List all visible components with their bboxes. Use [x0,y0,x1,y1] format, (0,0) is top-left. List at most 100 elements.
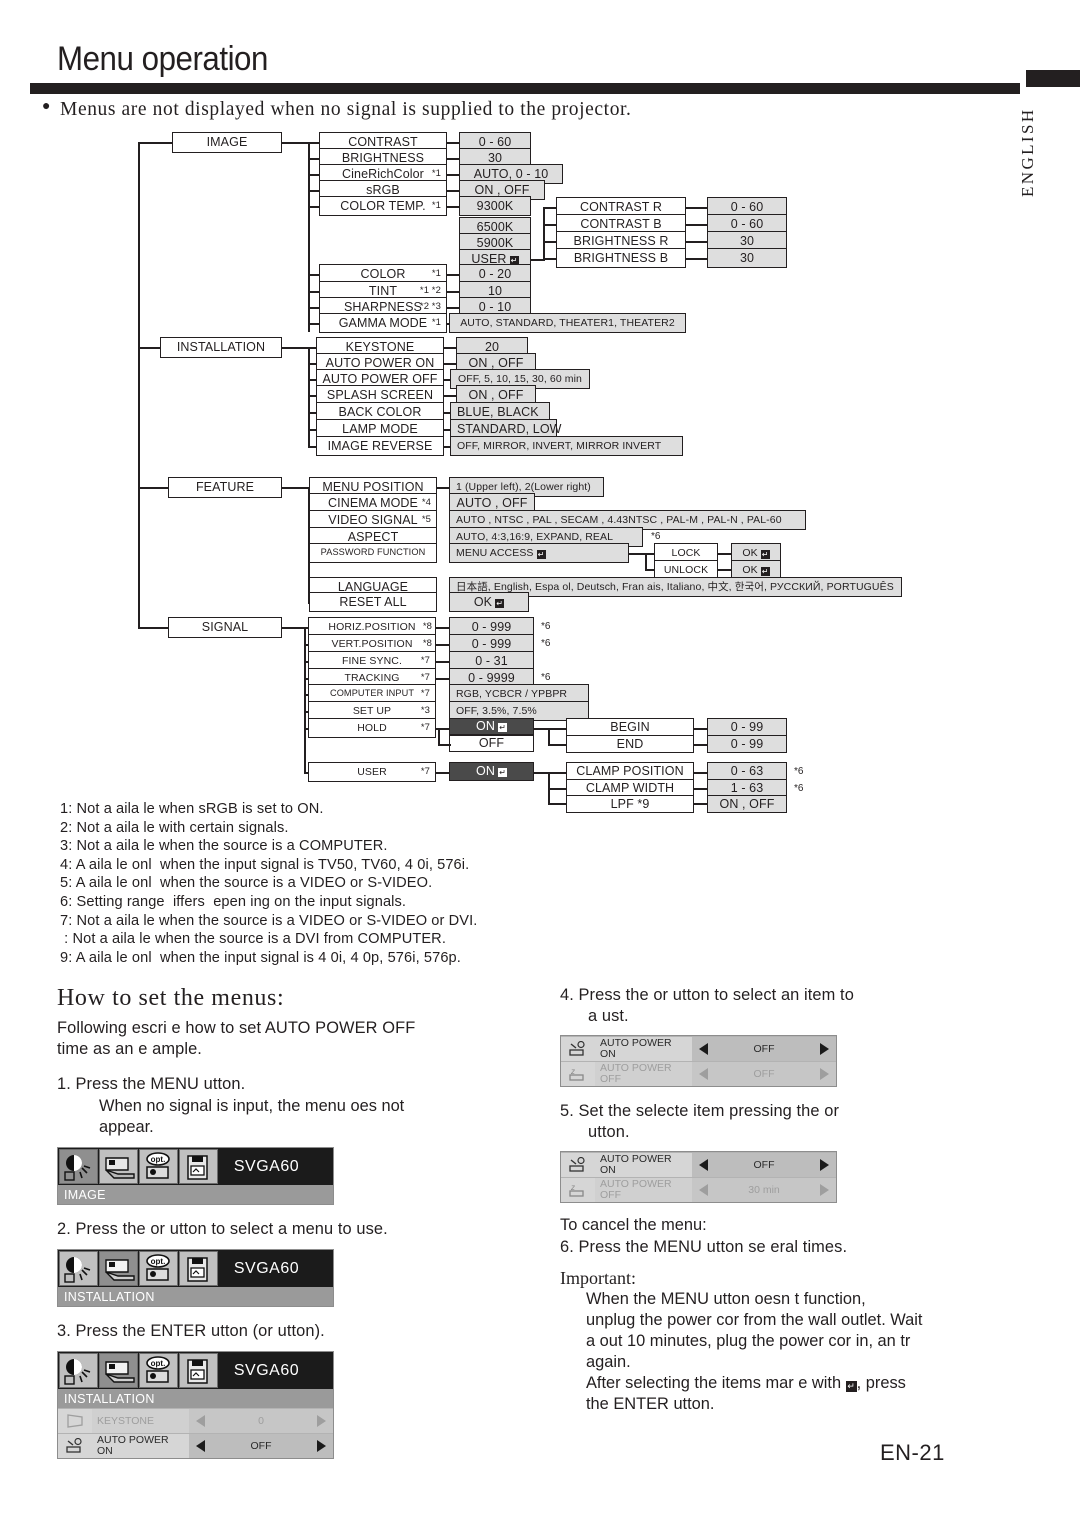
arrow-right-icon[interactable] [820,1043,829,1055]
tree-value-brightness-b: 30 [707,248,787,268]
osd-menu-bar: opt. SVGA60 [58,1352,333,1389]
tree-value-gamma-mode: AUTO, STANDARD, THEATER1, THEATER2 [449,313,686,333]
osd-value-control[interactable]: OFF [692,1062,836,1086]
footnote-ref: *2 *3 [419,301,441,312]
arrow-left-icon[interactable] [196,1440,205,1452]
tree-item-reset-all: RESET ALL [309,592,437,612]
tree-item-end: END [566,735,694,753]
footnote-ref: *7 [420,672,430,683]
installation-icon[interactable] [99,1353,138,1388]
manual-page: Menu operation ● Menus are not displayed … [0,0,1080,1528]
osd-label: AUTO POWER OFF [595,1062,692,1086]
step-2: 2. Press the or utton to select a menu t… [57,1220,388,1238]
osd-value-control[interactable]: 0 [189,1409,333,1433]
feature-opt-icon[interactable]: opt. [139,1149,178,1184]
arrow-left-icon[interactable] [699,1184,708,1196]
enter-key-note: After selecting the items mar e with , p… [560,1373,1030,1415]
osd-row-auto-power-on[interactable]: AUTO POWER ON OFF [58,1433,333,1458]
tree-value-end: 0 - 99 [707,735,787,753]
footnote-ref: *7 [420,655,430,666]
arrow-left-icon[interactable] [699,1159,708,1171]
image-icon[interactable] [59,1353,98,1388]
osd-value: OFF [753,1159,775,1171]
image-icon[interactable] [59,1149,98,1184]
footnote-ref: *5 [421,514,431,525]
feature-opt-icon[interactable]: opt. [139,1251,178,1286]
tree-item-image-reverse: IMAGE REVERSE [316,436,444,456]
footnote-ref: *7 [420,766,430,777]
osd-label: AUTO POWER OFF [595,1178,692,1202]
tree-item-begin: BEGIN [566,718,694,736]
tree-value-hold-on: ON [449,718,534,735]
osd-label: AUTO POWER ON [595,1037,692,1061]
enter-key-icon [497,723,507,732]
osd-signal-label: SVGA60 [233,1157,300,1175]
footnote-list: 1: Not a aila le when sRGB is set to ON.… [60,800,620,967]
osd-value-control[interactable]: OFF [692,1037,836,1061]
enter-key-icon [845,1381,857,1392]
how-to-column-left: How to set the menus: Following escri e … [57,985,537,1459]
cancel-menu-title: To cancel the menu: [560,1216,707,1234]
tree-value-user-on: ON [449,762,534,781]
step-1: 1. Press the MENU utton. [57,1075,246,1093]
arrow-left-icon[interactable] [699,1043,708,1055]
footnote-ref: *3 [420,705,430,716]
arrow-right-icon[interactable] [820,1159,829,1171]
svg-text:opt.: opt. [151,1359,166,1368]
osd-value-control[interactable]: OFF [189,1434,333,1458]
osd-row-auto-power-off[interactable]: z AUTO POWER OFF OFF [561,1061,836,1086]
step-3: 3. Press the ENTER utton (or utton). [57,1322,325,1340]
osd-screenshot-3: opt. SVGA60 INSTALLATION KEYSTONE 0 AUTO… [57,1351,334,1459]
arrow-left-icon[interactable] [196,1415,205,1427]
osd-value-control[interactable]: 30 min [692,1178,836,1202]
osd-row-auto-power-on[interactable]: AUTO POWER ON OFF [561,1036,836,1061]
arrow-right-icon[interactable] [317,1415,326,1427]
footnote-ref: *7 [420,688,430,699]
signal-icon[interactable] [179,1251,218,1286]
arrow-right-icon[interactable] [820,1068,829,1080]
osd-label: AUTO POWER ON [92,1434,189,1458]
osd-tab-label: INSTALLATION [58,1287,333,1306]
osd-menu-bar: opt. SVGA60 [58,1250,333,1287]
osd-row-auto-power-off[interactable]: z AUTO POWER OFF 30 min [561,1177,836,1202]
osd-row-keystone[interactable]: KEYSTONE 0 [58,1408,333,1433]
footnote-ref: *1 *2 [419,285,441,296]
footnote-item: 2: Not a aila le with certain signals. [60,819,289,836]
installation-icon[interactable] [99,1149,138,1184]
enter-key-icon [497,768,507,777]
osd-tab-label: INSTALLATION [58,1389,333,1408]
osd-value: 30 min [748,1184,780,1196]
footnote-ref: *6 [651,531,661,542]
image-icon[interactable] [59,1251,98,1286]
tree-item-user: USER *7 [308,762,436,782]
step-1-note: When no signal is input, the menu oes no… [99,1097,405,1136]
feature-opt-icon[interactable]: opt. [139,1353,178,1388]
footnote-item: 5: A aila le onl when the source is a VI… [60,875,433,892]
osd-value: 0 [258,1415,264,1427]
footnote-ref: *1 [431,200,441,211]
arrow-right-icon[interactable] [819,1184,829,1196]
footnote-item: 7: Not a aila le when the source is a VI… [60,912,478,929]
tree-value-colortemp-9300k: 9300K [459,196,531,216]
footnote-ref: *1 [431,268,441,279]
svg-text:opt.: opt. [151,1257,166,1266]
tree-value-hold-off: OFF [449,735,534,752]
osd-tab-label: IMAGE [58,1185,333,1204]
signal-icon[interactable] [179,1353,218,1388]
tree-menu-signal: SIGNAL [168,617,282,638]
footnote-ref: *4 [421,497,431,508]
installation-icon[interactable] [99,1251,138,1286]
footnote-item: : Not a aila le when the source is a DVI… [60,931,446,948]
tree-menu-feature: FEATURE [168,477,282,498]
tree-value-image-reverse: OFF, MIRROR, INVERT, MIRROR INVERT [450,436,683,456]
signal-icon[interactable] [179,1149,218,1184]
osd-signal-label: SVGA60 [233,1259,300,1277]
osd-label: AUTO POWER ON [595,1153,692,1177]
arrow-right-icon[interactable] [317,1440,326,1452]
osd-value-control[interactable]: OFF [692,1153,836,1177]
enter-key-icon [760,549,770,559]
menu-tree-diagram: IMAGE CONTRAST 0 - 60 BRIGHTNESS 30 Cine… [0,0,1080,813]
tree-menu-installation: INSTALLATION [160,337,282,358]
arrow-left-icon[interactable] [699,1068,708,1080]
osd-row-auto-power-on[interactable]: AUTO POWER ON OFF [561,1152,836,1177]
